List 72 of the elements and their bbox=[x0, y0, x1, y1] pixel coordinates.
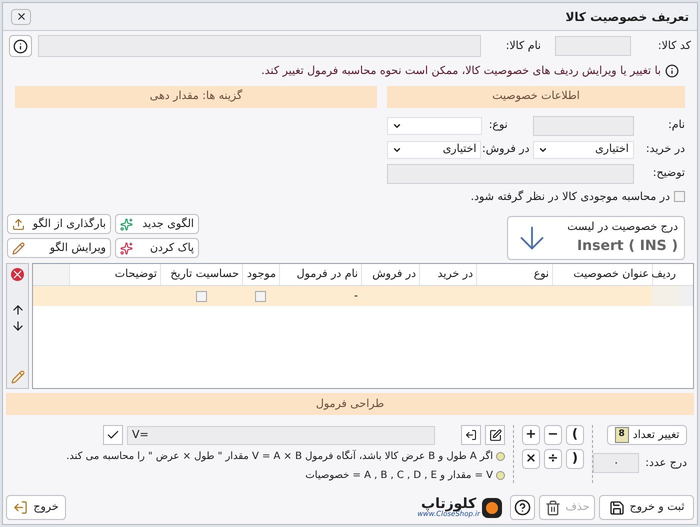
template-button[interactable]: بارگذاری از الگو bbox=[7, 214, 111, 234]
section-header: اطلاعات خصوصیت bbox=[387, 86, 685, 108]
edit-icon bbox=[488, 428, 502, 442]
exit-door-icon bbox=[13, 500, 28, 515]
section-header: طراحی فرمول bbox=[6, 393, 694, 415]
column-header: در فروش bbox=[361, 264, 419, 285]
product-name-field[interactable] bbox=[38, 35, 481, 57]
info-icon bbox=[665, 64, 679, 78]
column-header: موجود bbox=[242, 264, 279, 285]
save-exit-button[interactable]: ثبت و خروج bbox=[599, 495, 694, 520]
product-code-field[interactable] bbox=[555, 36, 631, 56]
column-header: عنوان خصوصیت bbox=[552, 264, 652, 285]
close-icon bbox=[16, 11, 26, 22]
field-label: کد کالا: bbox=[656, 38, 691, 54]
bullet-icon bbox=[496, 471, 505, 480]
count-badge: 8 bbox=[614, 427, 629, 443]
operator-button[interactable]: × bbox=[522, 449, 540, 469]
column-header: حساسیت تاریخ bbox=[160, 264, 242, 285]
exit-button[interactable]: خروج bbox=[6, 495, 66, 520]
hint-text: V = مقدار و A , B , C , D , E = خصوصیات bbox=[305, 469, 493, 483]
checkbox[interactable] bbox=[196, 290, 206, 302]
help-button[interactable] bbox=[510, 495, 535, 520]
operator-button[interactable]: + bbox=[522, 425, 540, 445]
sparkle-plus-icon bbox=[120, 218, 133, 230]
field-label: در خرید: bbox=[644, 141, 685, 158]
sale-dropdown[interactable]: اختیاری bbox=[386, 140, 482, 158]
field-label: در محاسبه موجودی کالا در نظر گرفته شود. bbox=[470, 188, 670, 205]
checkbox[interactable] bbox=[674, 191, 685, 202]
field-label: نوع: bbox=[488, 117, 509, 134]
help-icon bbox=[514, 499, 531, 516]
column-header: ردیف bbox=[652, 264, 679, 285]
column-header: در خرید bbox=[419, 264, 476, 285]
formula-field[interactable]: V= bbox=[127, 426, 435, 444]
operator-button[interactable]: ÷ bbox=[544, 449, 562, 469]
insert-variable-button[interactable] bbox=[461, 425, 481, 445]
template-button[interactable]: ویرایش الگو bbox=[7, 238, 111, 258]
field-label: نام: bbox=[667, 117, 685, 134]
number-field[interactable]: ٠ bbox=[593, 453, 640, 473]
checkbox[interactable] bbox=[255, 290, 266, 302]
logo-text: کلوزتاپ bbox=[421, 497, 476, 511]
edit-formula-button[interactable] bbox=[485, 425, 505, 445]
field-label: توضیح: bbox=[652, 165, 685, 182]
operator-button[interactable]: − bbox=[544, 425, 562, 445]
operator-button[interactable]: ( bbox=[566, 449, 584, 469]
table-cell-text: - bbox=[354, 288, 358, 304]
arrow-into-bracket-icon bbox=[465, 429, 477, 441]
close-button[interactable] bbox=[11, 8, 31, 24]
field-label: در فروش: bbox=[485, 141, 530, 158]
logo-icon bbox=[482, 498, 502, 518]
operator-button[interactable]: ) bbox=[566, 425, 584, 445]
window-title: تعریف خصوصیت کالا bbox=[565, 8, 689, 26]
trash-icon bbox=[544, 500, 561, 516]
pencil-icon bbox=[12, 242, 25, 254]
field-label: نام کالا: bbox=[504, 38, 541, 54]
column-header: نوع bbox=[476, 264, 552, 285]
name-field[interactable] bbox=[533, 116, 634, 136]
template-button[interactable]: پاک کردن bbox=[115, 238, 199, 258]
table-row[interactable]: - bbox=[33, 286, 693, 306]
description-field[interactable] bbox=[387, 164, 634, 184]
bullet-icon bbox=[496, 452, 505, 461]
purchase-dropdown[interactable]: اختیاری bbox=[533, 140, 634, 158]
apply-button[interactable] bbox=[103, 425, 123, 445]
template-button[interactable]: الگوی جدید bbox=[115, 214, 199, 234]
column-header: نام در فرمول bbox=[279, 264, 361, 285]
upload-icon bbox=[12, 218, 25, 230]
section-header: گزینه ها: مقدار دهی bbox=[15, 86, 377, 108]
hint-text: اگر A طول و B عرض کالا باشد، آنگاه فرمول V = A × B مقدار " طول × عرض " را محاسبه می کند. bbox=[66, 449, 493, 464]
field-label: درج عدد: bbox=[645, 454, 687, 471]
info-button[interactable] bbox=[9, 35, 32, 57]
pencil-icon[interactable] bbox=[10, 370, 24, 384]
delete-row-icon[interactable] bbox=[11, 268, 24, 281]
notice-text: با تغییر یا ویرایش ردیف های خصوصیت کالا، ممکن است نحوه محاسبه فرمول تغییر کند. bbox=[261, 63, 661, 79]
